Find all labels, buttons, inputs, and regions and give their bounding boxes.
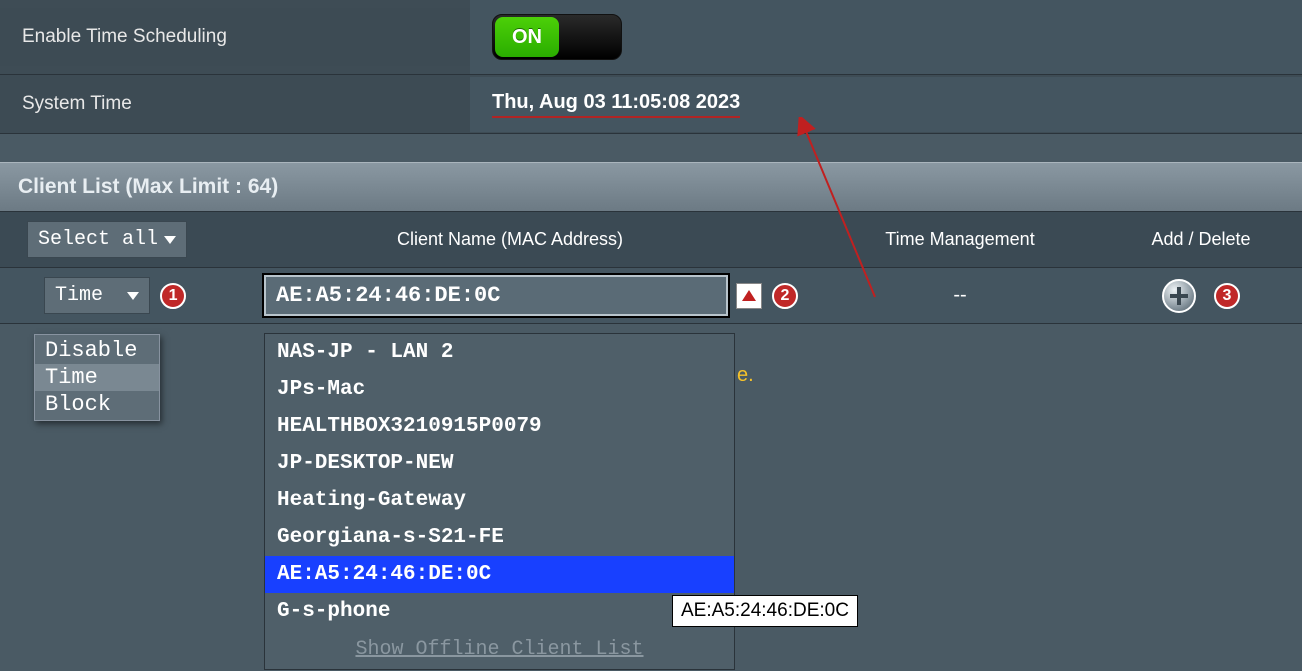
toggle-on-label: ON	[495, 17, 559, 57]
select-all-label: Select all	[38, 228, 158, 251]
col-select: Select all	[0, 221, 200, 258]
row-enable-scheduling: Enable Time Scheduling ON	[0, 0, 1302, 75]
yellow-text-fragment: e.	[737, 364, 754, 387]
time-dropdown-value: Time	[55, 284, 103, 307]
mac-input-wrap	[264, 275, 728, 316]
client-option[interactable]: Heating-Gateway	[265, 482, 734, 519]
offline-client-link-wrap: Show Offline Client List	[265, 630, 734, 669]
col-add-delete: Add / Delete	[1100, 229, 1302, 250]
client-option-selected[interactable]: AE:A5:24:46:DE:0C	[265, 556, 734, 593]
dropdown-toggle-button[interactable]	[736, 283, 762, 309]
tooltip-mac: AE:A5:24:46:DE:0C	[672, 595, 858, 627]
annotation-badge-3: 3	[1214, 283, 1240, 309]
client-option[interactable]: Georgiana-s-S21-FE	[265, 519, 734, 556]
offline-client-link[interactable]: Show Offline Client List	[355, 638, 643, 661]
client-list-header: Client List (Max Limit : 64)	[0, 162, 1302, 212]
add-button[interactable]	[1162, 279, 1196, 313]
enable-scheduling-label: Enable Time Scheduling	[0, 8, 470, 66]
table-header: Select all Client Name (MAC Address) Tim…	[0, 212, 1302, 268]
time-options-dropdown: Disable Time Block	[34, 334, 160, 421]
time-option-disable[interactable]: Disable	[35, 337, 159, 364]
client-option[interactable]: JPs-Mac	[265, 371, 734, 408]
client-option[interactable]: G-s-phone	[265, 593, 734, 630]
time-dropdown[interactable]: Time	[44, 277, 150, 314]
cell-time-select: Time 1	[0, 277, 200, 314]
time-option-time[interactable]: Time	[35, 364, 159, 391]
annotation-badge-1: 1	[160, 283, 186, 309]
chevron-down-icon	[125, 284, 139, 307]
table-row: Time 1 2 -- 3	[0, 268, 1302, 324]
col-time-management: Time Management	[820, 229, 1100, 250]
cell-time-management: --	[820, 284, 1100, 307]
cell-add-delete: 3	[1100, 279, 1302, 313]
time-option-block[interactable]: Block	[35, 391, 159, 418]
enable-scheduling-value: ON	[470, 0, 1302, 74]
time-management-value: --	[953, 284, 966, 306]
toggle-enable-scheduling[interactable]: ON	[492, 14, 622, 60]
triangle-up-icon	[742, 290, 756, 301]
mac-address-input[interactable]	[266, 277, 726, 314]
client-option[interactable]: HEALTHBOX3210915P0079	[265, 408, 734, 445]
client-option[interactable]: NAS-JP - LAN 2	[265, 334, 734, 371]
system-time-label: System Time	[0, 75, 470, 133]
annotation-badge-2: 2	[772, 283, 798, 309]
select-all-button[interactable]: Select all	[27, 221, 187, 258]
client-option[interactable]: JP-DESKTOP-NEW	[265, 445, 734, 482]
col-client-name: Client Name (MAC Address)	[200, 229, 820, 250]
client-dropdown: NAS-JP - LAN 2 JPs-Mac HEALTHBOX3210915P…	[264, 333, 735, 670]
chevron-down-icon	[162, 228, 176, 251]
system-time-value-cell: Thu, Aug 03 11:05:08 2023	[470, 77, 1302, 132]
row-system-time: System Time Thu, Aug 03 11:05:08 2023	[0, 75, 1302, 134]
cell-client-name: 2	[200, 275, 820, 316]
system-time-value: Thu, Aug 03 11:05:08 2023	[492, 91, 740, 118]
